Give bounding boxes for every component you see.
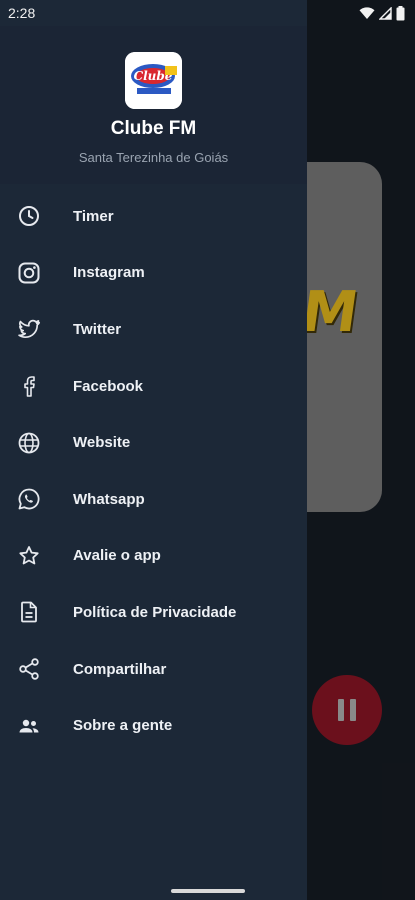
globe-icon bbox=[16, 430, 42, 456]
star-icon bbox=[16, 543, 42, 569]
drawer-header: Clube Clube FM Santa Terezinha de Goiás bbox=[0, 26, 307, 184]
menu-item-timer[interactable]: Timer bbox=[0, 188, 307, 245]
clube-fm-logo-icon: Clube bbox=[125, 52, 182, 109]
facebook-icon bbox=[16, 373, 42, 399]
menu-label: Instagram bbox=[73, 264, 145, 282]
document-icon bbox=[16, 599, 42, 625]
app-logo: Clube bbox=[125, 52, 182, 109]
menu-label: Compartilhar bbox=[73, 660, 167, 678]
menu-item-facebook[interactable]: Facebook bbox=[0, 358, 307, 415]
app-name: Clube FM bbox=[110, 118, 197, 139]
people-icon bbox=[16, 713, 42, 739]
share-icon bbox=[16, 656, 42, 682]
status-bar: 2:28 bbox=[0, 0, 415, 26]
menu-label: Sobre a gente bbox=[73, 717, 173, 735]
cellular-icon bbox=[379, 6, 392, 20]
menu-label: Website bbox=[73, 434, 131, 452]
clock-icon bbox=[16, 203, 42, 229]
status-time: 2:28 bbox=[8, 5, 36, 21]
status-icons bbox=[359, 5, 405, 21]
navigation-drawer: Clube Clube FM Santa Terezinha de Goiás … bbox=[0, 0, 307, 900]
menu-label: Twitter bbox=[73, 320, 122, 338]
battery-icon bbox=[396, 5, 405, 20]
whatsapp-icon bbox=[16, 486, 42, 512]
menu-item-privacy-policy[interactable]: Política de Privacidade bbox=[0, 584, 307, 641]
gesture-nav-handle[interactable] bbox=[171, 889, 245, 893]
menu-label: Whatsapp bbox=[73, 490, 145, 508]
menu-item-website[interactable]: Website bbox=[0, 414, 307, 471]
menu-label: Avalie o app bbox=[73, 547, 161, 565]
menu-label: Timer bbox=[73, 207, 114, 225]
drawer-menu: Timer Instagram Twitter Facebook Website bbox=[0, 188, 307, 754]
menu-item-twitter[interactable]: Twitter bbox=[0, 301, 307, 358]
app-subtitle: Santa Terezinha de Goiás bbox=[78, 150, 229, 165]
menu-item-rate-app[interactable]: Avalie o app bbox=[0, 528, 307, 585]
instagram-icon bbox=[16, 260, 42, 286]
menu-item-about-us[interactable]: Sobre a gente bbox=[0, 697, 307, 754]
menu-label: Facebook bbox=[73, 377, 144, 395]
menu-item-whatsapp[interactable]: Whatsapp bbox=[0, 471, 307, 528]
menu-item-share[interactable]: Compartilhar bbox=[0, 641, 307, 698]
menu-label: Política de Privacidade bbox=[73, 603, 237, 621]
menu-item-instagram[interactable]: Instagram bbox=[0, 245, 307, 302]
wifi-icon bbox=[359, 6, 375, 19]
twitter-icon bbox=[16, 316, 42, 342]
